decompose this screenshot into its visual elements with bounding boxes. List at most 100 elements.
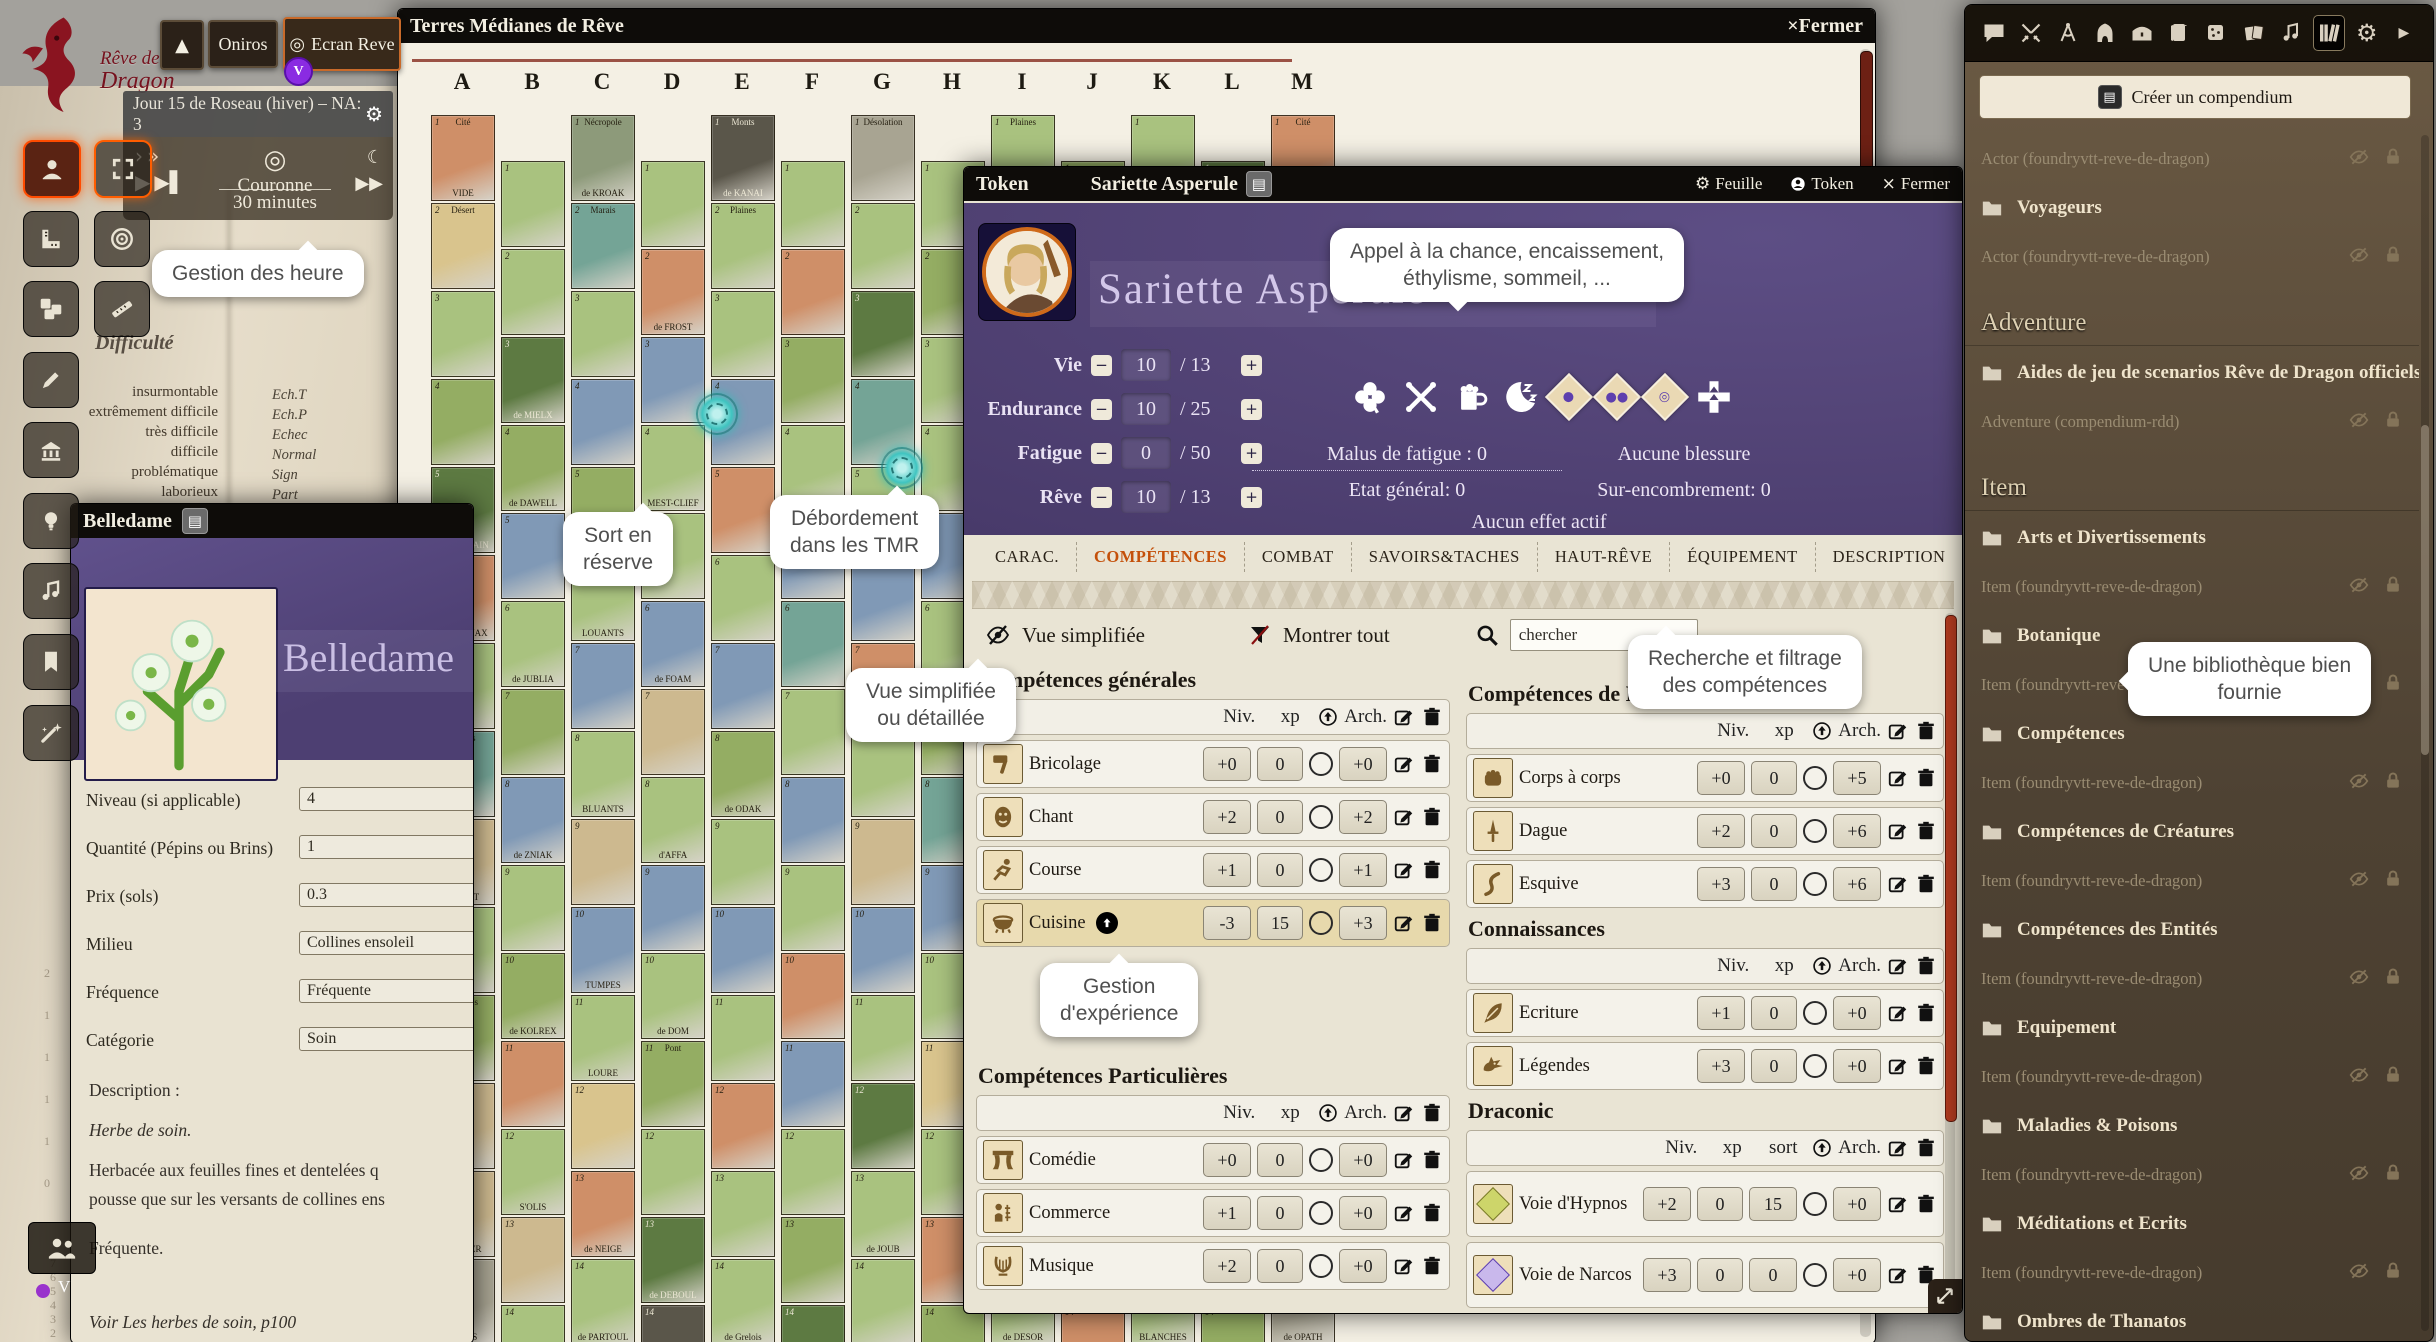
tmr-tile[interactable]: 1CitéVIDE: [431, 115, 495, 201]
tab-description[interactable]: DESCRIPTION: [1815, 542, 1963, 572]
measure-controls-button[interactable]: [23, 211, 79, 267]
skill-niv[interactable]: +2: [1697, 814, 1745, 848]
edit-icon[interactable]: [1393, 1102, 1415, 1124]
journal-tab-icon[interactable]: [2164, 16, 2194, 50]
skill-niv[interactable]: +1: [1203, 1196, 1251, 1230]
trash-icon[interactable]: [1915, 720, 1937, 742]
skill-check-circle[interactable]: [1309, 858, 1333, 882]
map-window-titlebar[interactable]: Terres Médianes de Rêve ×Fermer: [398, 9, 1875, 43]
skill-row-course[interactable]: Course +1 0 +1: [976, 846, 1450, 894]
skill-row-voie-de-narcos[interactable]: Voie de Narcos +3 0 0 +0: [1466, 1242, 1944, 1308]
compendium-source-icon[interactable]: ▤: [182, 508, 208, 534]
tmr-tile[interactable]: 2: [781, 249, 845, 335]
tmr-tile[interactable]: 4de DAWELL: [501, 425, 565, 511]
lock-icon[interactable]: [2383, 1261, 2403, 1286]
tmr-tile[interactable]: 8: [781, 777, 845, 863]
skill-xp[interactable]: 15: [1257, 906, 1303, 940]
collapse-sidebar-icon[interactable]: ▶: [2389, 16, 2419, 50]
map-close-button[interactable]: ×Fermer: [1787, 15, 1863, 38]
tmr-tile[interactable]: 13de NEIGE: [571, 1171, 635, 1257]
tab-comp-tences[interactable]: COMPÉTENCES: [1076, 542, 1244, 572]
tmr-tile[interactable]: 11: [781, 1041, 845, 1127]
eye-slash-icon[interactable]: [2349, 147, 2369, 172]
actor-portrait[interactable]: [978, 223, 1076, 321]
items-tab-icon[interactable]: [2127, 16, 2157, 50]
skill-row-corps-corps[interactable]: Corps à corps +0 0 +5: [1466, 754, 1944, 802]
compendium-pack[interactable]: Item (foundryvtt-reve-de-dragon): [1965, 1151, 2419, 1199]
compendium-folder[interactable]: Ombres de Thanatos: [1965, 1297, 2419, 1341]
tmr-tile[interactable]: 9: [501, 865, 565, 951]
tab--quipement[interactable]: ÉQUIPEMENT: [1669, 542, 1814, 572]
compendium-tab-icon[interactable]: [2313, 15, 2345, 51]
skill-arch[interactable]: +5: [1833, 761, 1881, 795]
skill-check-circle[interactable]: [1309, 911, 1333, 935]
tmr-tile[interactable]: 4: [431, 379, 495, 465]
skill-row-ecriture[interactable]: Ecriture +1 0 +0: [1466, 989, 1944, 1037]
archive-toggle-icon[interactable]: [1812, 721, 1832, 741]
tmr-tile[interactable]: 13de JOUB: [851, 1171, 915, 1257]
tmr-tile[interactable]: 10de KOLREX: [501, 953, 565, 1039]
skill-row-esquive[interactable]: Esquive +3 0 +6: [1466, 860, 1944, 908]
trash-icon[interactable]: [1915, 820, 1937, 842]
tmr-tile[interactable]: 10TUMPES: [571, 907, 635, 993]
skill-niv[interactable]: +0: [1203, 1143, 1251, 1177]
compendium-folder[interactable]: Arts et Divertissements: [1965, 513, 2419, 563]
skill-xp[interactable]: 0: [1751, 867, 1797, 901]
tmr-tile[interactable]: 1: [501, 161, 565, 247]
tmr-tile[interactable]: 1: [781, 161, 845, 247]
edit-icon[interactable]: [1887, 955, 1909, 977]
edit-icon[interactable]: [1887, 1055, 1909, 1077]
tmr-tile[interactable]: 9: [851, 819, 915, 905]
trash-icon[interactable]: [1915, 1193, 1937, 1215]
lock-icon[interactable]: [2383, 575, 2403, 600]
tmr-tile[interactable]: 7: [641, 689, 705, 775]
archive-toggle-icon[interactable]: [1812, 1138, 1832, 1158]
sheet-close-button[interactable]: ×Fermer: [1882, 174, 1950, 194]
skill-arch[interactable]: +0: [1833, 1049, 1881, 1083]
edit-icon[interactable]: [1887, 767, 1909, 789]
eye-slash-icon[interactable]: [2349, 869, 2369, 894]
tmr-tile[interactable]: 3: [781, 337, 845, 423]
chat-tab-icon[interactable]: [1979, 16, 2009, 50]
skill-arch[interactable]: +2: [1339, 800, 1387, 834]
skill-xp[interactable]: 0: [1697, 1187, 1743, 1221]
skill-sort[interactable]: 0: [1749, 1258, 1797, 1292]
combat-tab-icon[interactable]: [2016, 16, 2046, 50]
compendium-pack[interactable]: Actor (foundryvtt-reve-de-dragon): [1965, 135, 2419, 183]
tmr-sort-icon[interactable]: ◎: [1641, 373, 1689, 421]
compendium-pack[interactable]: Item (foundryvtt-reve-de-dragon): [1965, 955, 2419, 1003]
lock-icon[interactable]: [2383, 1065, 2403, 1090]
eye-slash-icon[interactable]: [2349, 575, 2369, 600]
tmr-tile[interactable]: 2Marais: [571, 203, 635, 289]
skill-row-chant[interactable]: Chant +2 0 +2: [976, 793, 1450, 841]
sounds-button[interactable]: [23, 563, 79, 619]
tmr-tile[interactable]: 13de DEBOUL: [641, 1217, 705, 1303]
trash-icon[interactable]: [1915, 955, 1937, 977]
trash-icon[interactable]: [1915, 1055, 1937, 1077]
tmr-tile[interactable]: 1Nécropolede KROAK: [571, 115, 635, 201]
tmr-tile[interactable]: 9: [781, 865, 845, 951]
playlists-tab-icon[interactable]: [2276, 16, 2306, 50]
skill-niv[interactable]: +3: [1697, 867, 1745, 901]
edit-icon[interactable]: [1887, 1137, 1909, 1159]
cards-tab-icon[interactable]: [2239, 16, 2269, 50]
tmr-demi-reve-icon[interactable]: ●: [1545, 373, 1593, 421]
archive-toggle-icon[interactable]: [1318, 707, 1338, 727]
edit-icon[interactable]: [1393, 706, 1415, 728]
skill-niv[interactable]: -3: [1203, 906, 1251, 940]
edit-icon[interactable]: [1887, 1002, 1909, 1024]
settings-tab-icon[interactable]: ⚙: [2352, 16, 2382, 50]
edit-icon[interactable]: [1393, 1202, 1415, 1224]
edit-icon[interactable]: [1393, 859, 1415, 881]
archive-toggle-icon[interactable]: [1812, 956, 1832, 976]
lock-icon[interactable]: [2383, 147, 2403, 172]
skill-row-cuisine[interactable]: Cuisine -3 15 +3: [976, 899, 1450, 947]
trash-icon[interactable]: [1421, 706, 1443, 728]
eye-slash-icon[interactable]: [2349, 1163, 2369, 1188]
trash-icon[interactable]: [1915, 767, 1937, 789]
trash-icon[interactable]: [1915, 873, 1937, 895]
skill-arch[interactable]: +0: [1833, 996, 1881, 1030]
skill-xp[interactable]: 0: [1751, 996, 1797, 1030]
skill-check-circle[interactable]: [1803, 1263, 1827, 1287]
skill-xp[interactable]: 0: [1751, 1049, 1797, 1083]
